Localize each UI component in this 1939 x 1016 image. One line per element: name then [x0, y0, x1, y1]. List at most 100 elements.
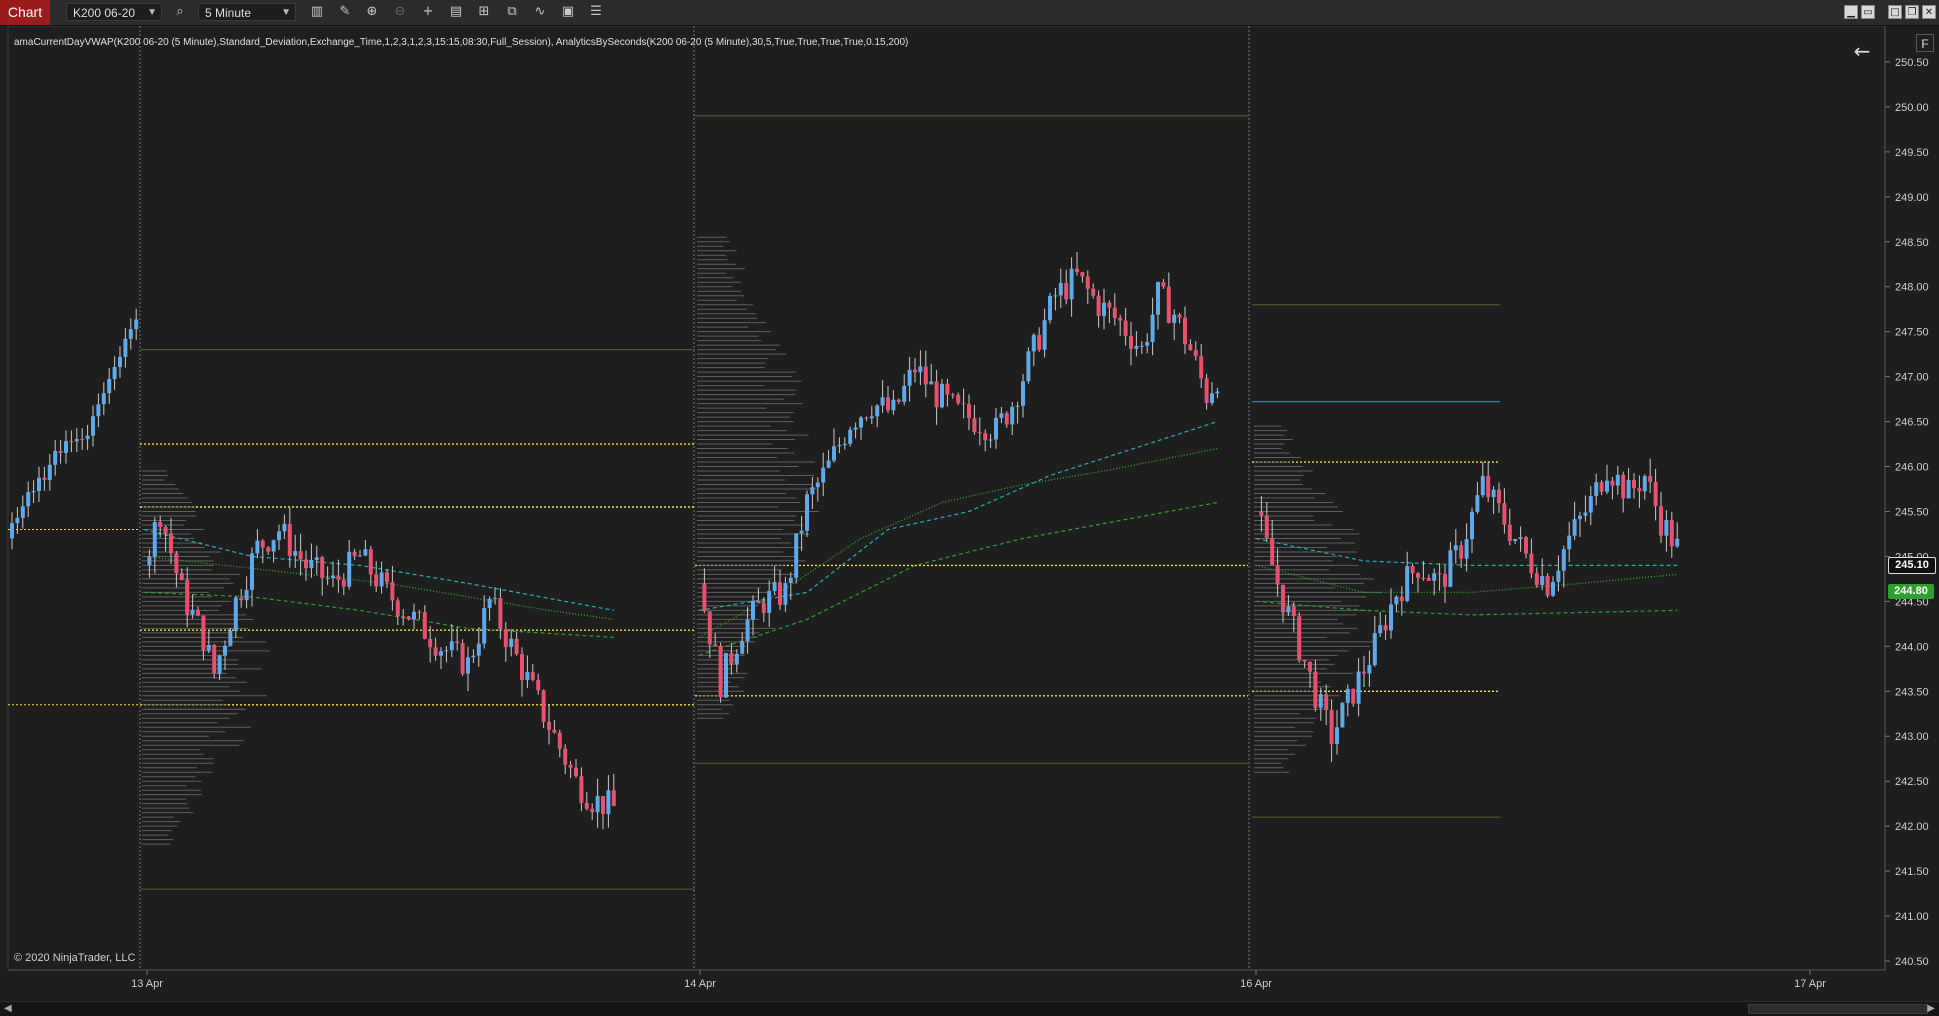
candle-body	[967, 403, 971, 418]
candle-body	[1069, 268, 1074, 300]
candle-body	[287, 523, 292, 556]
close-icon[interactable]: ✕	[1922, 5, 1936, 19]
candle-body	[1540, 575, 1545, 586]
candle-body	[1416, 573, 1420, 578]
candle-body	[80, 439, 85, 441]
candle-body	[940, 383, 944, 408]
list-icon[interactable]: ☰	[586, 3, 606, 21]
f-button[interactable]: F	[1916, 34, 1934, 52]
candle-body	[309, 559, 314, 569]
candle-body	[1335, 727, 1339, 745]
candle-body	[718, 645, 723, 698]
candle-body	[1340, 702, 1345, 728]
draw-pencil-icon[interactable]: ✎	[335, 3, 355, 21]
chart-tab[interactable]: Chart	[0, 0, 50, 25]
instrument-selector[interactable]: K200 06-20 ▼	[66, 3, 162, 21]
horizontal-scrollbar[interactable]: ◀ ▶	[0, 1001, 1939, 1016]
candle-body	[525, 672, 530, 681]
zoom-in-icon[interactable]: ⊕	[362, 3, 382, 21]
price-chart[interactable]: 250.50 250.00 249.50 249.00 248.50 248.00 247.…	[0, 26, 1939, 1001]
candle-body	[1058, 282, 1063, 296]
candle-body	[352, 551, 357, 557]
candle-body	[530, 672, 535, 680]
templates-icon[interactable]: ▣	[558, 3, 578, 21]
candle-body	[1621, 474, 1626, 499]
candle-body	[417, 611, 422, 613]
candle-body	[347, 551, 352, 587]
bar-type-icon[interactable]: ▥	[307, 3, 327, 21]
instrument-value: K200 06-20	[73, 6, 136, 20]
candle-body	[1464, 539, 1469, 559]
candle-body	[826, 460, 831, 468]
restore-down-icon[interactable]: ❐	[1905, 5, 1919, 19]
candle-body	[422, 612, 427, 639]
candle-body	[331, 575, 335, 579]
candle-body	[1497, 489, 1501, 504]
back-arrow-icon[interactable]: ←	[1851, 40, 1873, 62]
candle-body	[1345, 688, 1350, 703]
candle-body	[745, 619, 750, 642]
candle-body	[304, 559, 308, 569]
minimize-icon[interactable]: ▁	[1844, 5, 1858, 19]
candle-body	[85, 435, 90, 440]
copyright-notice: © 2020 NinjaTrader, LLC	[14, 952, 136, 964]
candle-body	[1010, 406, 1015, 425]
crosshair-icon[interactable]: +	[418, 3, 438, 21]
candle-body	[934, 381, 939, 408]
search-icon[interactable]: ⌕	[170, 3, 190, 21]
indicators-icon[interactable]: ∿	[530, 3, 550, 21]
candle-body	[293, 551, 298, 556]
restore-icon[interactable]: ▭	[1861, 5, 1875, 19]
candle-body	[123, 338, 128, 357]
candle-body	[864, 417, 869, 419]
candle-body	[1432, 573, 1437, 581]
candle-body	[1567, 535, 1572, 550]
strategy-icon[interactable]: ⧉	[502, 3, 522, 21]
candle-body	[64, 441, 68, 453]
candle-body	[255, 540, 260, 554]
candle-body	[15, 517, 20, 524]
candle-body	[1518, 537, 1523, 540]
candle-body	[74, 439, 79, 442]
price-axis-label: 250.50	[1895, 57, 1929, 69]
scroll-left-icon[interactable]: ◀	[4, 1002, 12, 1016]
candle-body	[1459, 545, 1464, 559]
candle-body	[1475, 495, 1480, 512]
interval-selector[interactable]: 5 Minute ▼	[198, 3, 296, 21]
candle-body	[1578, 515, 1582, 520]
vwap-price-tag: 244.80	[1888, 584, 1934, 599]
candle-body	[988, 439, 993, 441]
candle-body	[163, 526, 168, 534]
candle-body	[977, 432, 982, 434]
candle-body	[595, 796, 600, 813]
time-axis-label: 17 Apr	[1794, 978, 1826, 990]
candle-body	[923, 366, 928, 385]
candle-body	[702, 583, 707, 612]
candle-body	[1193, 350, 1198, 357]
candle-body	[1318, 694, 1323, 708]
candle-body	[1551, 581, 1555, 596]
zoom-out-icon[interactable]: ⊖	[390, 3, 410, 21]
candle-body	[385, 572, 389, 583]
candle-body	[1648, 476, 1653, 482]
candle-body	[579, 776, 584, 803]
candle-body	[1053, 295, 1058, 297]
price-axis-label: 240.50	[1895, 956, 1929, 968]
maximize-icon[interactable]: □	[1888, 5, 1902, 19]
candle-body	[859, 417, 863, 428]
candle-body	[118, 356, 122, 368]
candle-body	[734, 653, 739, 664]
properties-icon[interactable]: ▤	[446, 3, 466, 21]
candle-body	[1486, 475, 1491, 498]
candle-body	[217, 655, 222, 674]
candle-body	[1588, 496, 1593, 513]
candle-body	[244, 589, 249, 601]
price-axis-label: 249.00	[1895, 192, 1929, 204]
candle-body	[368, 549, 373, 575]
scrollbar-thumb[interactable]	[1748, 1004, 1928, 1014]
candle-body	[223, 645, 227, 656]
scroll-right-icon[interactable]: ▶	[1927, 1002, 1935, 1016]
data-box-icon[interactable]: ⊞	[474, 3, 494, 21]
candle-body	[460, 643, 465, 674]
candle-body	[1637, 488, 1642, 492]
